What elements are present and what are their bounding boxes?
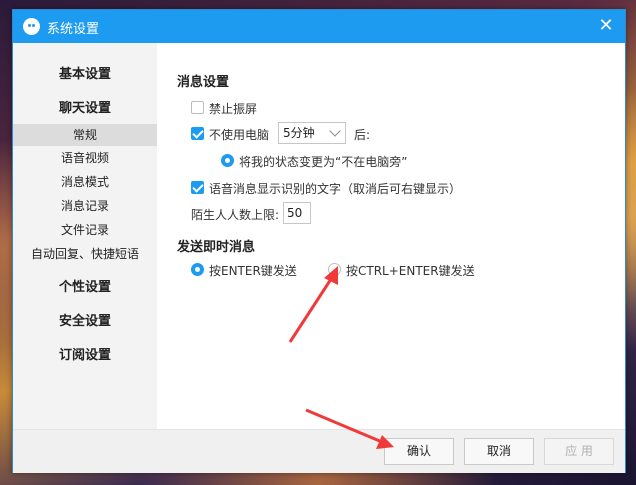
apply-button[interactable]: 应 用 xyxy=(544,438,614,465)
idle-label: 不使用电脑 xyxy=(209,128,270,142)
sidebar-category-chat[interactable]: 聊天设置 xyxy=(13,97,157,116)
sidebar-category-subscription[interactable]: 订阅设置 xyxy=(13,344,157,363)
chevron-down-icon xyxy=(329,125,341,137)
sidebar-category-basic[interactable]: 基本设置 xyxy=(13,63,157,82)
sidebar-category-security[interactable]: 安全设置 xyxy=(13,310,157,329)
sidebar-item-general[interactable]: 常规 xyxy=(13,124,157,146)
disable-shake-label: 禁止振屏 xyxy=(209,102,258,116)
close-icon[interactable]: ✕ xyxy=(597,17,615,35)
dialog-footer: 确认 取消 应 用 xyxy=(13,429,625,473)
sidebar-item-auto-reply[interactable]: 自动回复、快捷短语 xyxy=(13,243,157,265)
disable-shake-checkbox[interactable] xyxy=(191,101,204,114)
status-away-label: 将我的状态变更为“不在电脑旁” xyxy=(239,155,408,169)
sidebar-item-message-history[interactable]: 消息记录 xyxy=(13,195,157,217)
idle-duration-dropdown[interactable]: 5分钟 xyxy=(278,122,346,144)
sidebar-item-file-history[interactable]: 文件记录 xyxy=(13,219,157,241)
stranger-limit-label: 陌生人人数上限: xyxy=(191,208,280,222)
idle-after-label: 后: xyxy=(354,128,371,142)
send-ctrl-enter-radio[interactable] xyxy=(328,263,341,276)
settings-content: 消息设置 禁止振屏 不使用电脑 5分钟 后: 将我的状态变更为“不在电脑旁” 语… xyxy=(157,43,625,429)
settings-window: 系统设置 ✕ 基本设置 聊天设置 常规 语音视频 消息模式 消息记录 文件记录 … xyxy=(12,9,626,473)
sidebar-item-message-mode[interactable]: 消息模式 xyxy=(13,171,157,193)
voice-text-checkbox[interactable] xyxy=(191,181,204,194)
send-enter-radio[interactable] xyxy=(191,263,204,276)
window-title: 系统设置 xyxy=(47,22,100,37)
cancel-button[interactable]: 取消 xyxy=(464,438,534,465)
idle-duration-value: 5分钟 xyxy=(283,126,315,140)
send-settings-title: 发送即时消息 xyxy=(177,240,256,255)
status-away-radio[interactable] xyxy=(221,154,234,167)
confirm-button[interactable]: 确认 xyxy=(384,438,454,465)
send-enter-label: 按ENTER键发送 xyxy=(209,264,297,278)
idle-checkbox[interactable] xyxy=(191,127,204,140)
title-bar: 系统设置 ✕ xyxy=(13,10,625,43)
send-ctrl-enter-label: 按CTRL+ENTER键发送 xyxy=(346,264,475,278)
message-settings-title: 消息设置 xyxy=(177,75,230,90)
stranger-limit-input[interactable]: 50 xyxy=(283,202,311,224)
settings-sidebar: 基本设置 聊天设置 常规 语音视频 消息模式 消息记录 文件记录 自动回复、快捷… xyxy=(13,43,157,429)
sidebar-item-voice-video[interactable]: 语音视频 xyxy=(13,147,157,169)
voice-text-label: 语音消息显示识别的文字（取消后可右键显示） xyxy=(209,182,462,196)
app-logo-icon xyxy=(23,18,40,35)
sidebar-category-personalize[interactable]: 个性设置 xyxy=(13,276,157,295)
